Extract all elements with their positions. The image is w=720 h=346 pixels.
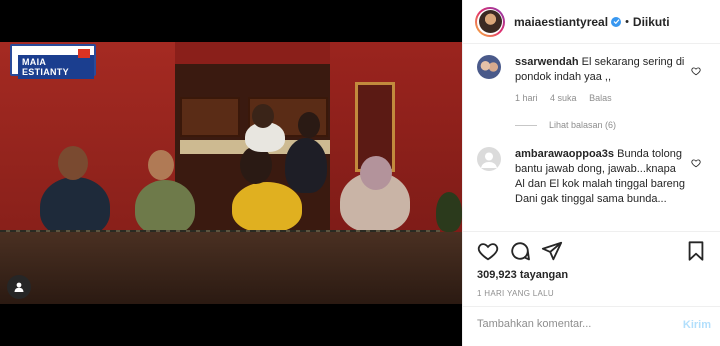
- comment-avatar[interactable]: [477, 147, 501, 171]
- comment-likes[interactable]: 4 suka: [550, 93, 577, 103]
- comment-like-heart-icon[interactable]: [691, 155, 701, 173]
- share-paper-plane-icon[interactable]: [541, 240, 563, 267]
- post-sidebar: maiaestiantyreal • Diikuti ssarwendah El…: [462, 0, 720, 346]
- profile-username[interactable]: maiaestiantyreal: [514, 15, 608, 29]
- comment-username[interactable]: ambarawaoppoa3s: [515, 148, 614, 160]
- video-player[interactable]: MAIA ESTIANTY: [0, 0, 462, 346]
- comment-username[interactable]: ssarwendah: [515, 56, 579, 68]
- post-timestamp[interactable]: 1 HARI YANG LALU: [477, 289, 554, 298]
- comment-avatar[interactable]: [477, 55, 501, 79]
- channel-logo-text: MAIA ESTIANTY: [18, 55, 94, 79]
- comment-like-heart-icon[interactable]: [691, 63, 701, 81]
- comment-list[interactable]: ssarwendah El sekarang sering di pondok …: [463, 45, 720, 230]
- reply-button[interactable]: Balas: [589, 93, 612, 103]
- header-separator: •: [625, 15, 629, 28]
- view-count[interactable]: 309,923 tayangan: [477, 269, 568, 281]
- instagram-post-view: MAIA ESTIANTY maiaestiantyreal • Diikuti: [0, 0, 720, 346]
- comment-time[interactable]: 1 hari: [515, 93, 538, 103]
- channel-logo: MAIA ESTIANTY: [10, 44, 96, 79]
- comment-bubble-icon[interactable]: [509, 240, 531, 267]
- comment-item: ssarwendah El sekarang sering di pondok …: [477, 55, 707, 145]
- comment-text: ssarwendah El sekarang sering di pondok …: [515, 55, 687, 85]
- comment-meta: 1 hari 4 suka Balas: [515, 93, 622, 103]
- comment-item: ambarawaoppoa3s Bunda tolong bantu jawab…: [477, 147, 707, 230]
- view-replies-label: Lihat balasan (6): [549, 120, 617, 130]
- like-heart-icon[interactable]: [477, 240, 499, 267]
- action-icons: [477, 240, 709, 264]
- flag-icon: [78, 49, 90, 58]
- profile-avatar[interactable]: [475, 6, 505, 37]
- post-header: maiaestiantyreal • Diikuti: [463, 0, 720, 44]
- save-bookmark-icon[interactable]: [685, 240, 707, 267]
- comment-composer: Kirim: [463, 306, 720, 346]
- comment-input[interactable]: [477, 318, 657, 330]
- following-button[interactable]: Diikuti: [633, 15, 670, 29]
- comment-text: ambarawaoppoa3s Bunda tolong bantu jawab…: [515, 147, 687, 207]
- post-comment-button[interactable]: Kirim: [683, 319, 711, 331]
- view-replies-button[interactable]: Lihat balasan (6): [515, 120, 616, 130]
- video-frame[interactable]: [0, 42, 462, 304]
- tagged-users-icon[interactable]: [7, 275, 31, 299]
- verified-badge-icon: [611, 16, 622, 27]
